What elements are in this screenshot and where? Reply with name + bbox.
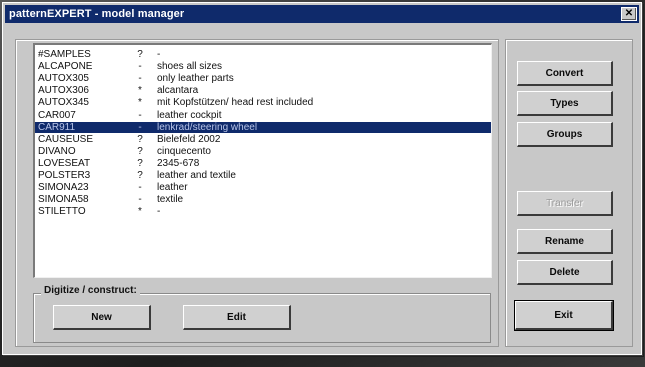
rename-button[interactable]: Rename [517,229,613,254]
window-title: patternEXPERT - model manager [9,8,185,20]
model-name: AUTOX306 [38,85,89,97]
model-description: 2345-678 [157,157,200,169]
delete-button[interactable]: Delete [517,260,613,285]
list-item[interactable]: #SAMPLES? - [35,49,491,60]
list-item[interactable]: SIMONA23 - leather [35,182,491,193]
model-name: DIVANO [38,145,76,157]
model-name: CAUSEUSE [38,133,94,145]
list-item[interactable]: CAR911 - lenkrad/steering wheel [35,121,491,133]
model-flag: - [138,121,142,133]
model-description: - [157,49,161,60]
list-item[interactable]: SIMONA58 - textile [35,194,491,205]
model-name: ALCAPONE [38,61,93,73]
model-flag: ? [137,145,143,157]
exit-button[interactable]: Exit [514,300,614,331]
list-item[interactable]: AUTOX345 * mit Kopfstützen/ head rest incl… [35,97,491,108]
list-item[interactable]: CAR007 - leather cockpit [35,110,491,121]
model-description: textile [157,194,184,206]
convert-button[interactable]: Convert [517,61,613,86]
model-name: CAR007 [38,109,76,121]
model-name: SIMONA58 [38,194,89,206]
model-name: LOVESEAT [38,157,91,169]
types-button[interactable]: Types [517,91,613,116]
model-name: STILETTO [38,206,86,218]
model-flag: ? [137,157,143,169]
transfer-button: Transfer [517,191,613,216]
model-flag: - [138,194,142,206]
model-manager-window: patternEXPERT - model manager ✕ #SAMPLES… [2,2,642,355]
list-item[interactable]: STILETTO * - [35,206,491,217]
edit-button[interactable]: Edit [183,305,291,330]
list-item[interactable]: DIVANO? cinquecento [35,146,491,157]
model-flag: ? [137,49,143,60]
list-item[interactable]: CAUSEUSE? Bielefeld 2002 [35,134,491,145]
digitize-group-label: Digitize / construct: [41,285,140,296]
model-description: cinquecento [157,145,211,157]
model-description: shoes all sizes [157,61,223,73]
model-description: mit Kopfstützen/ head rest included [157,97,314,109]
model-description: leather cockpit [157,109,222,121]
model-description: Bielefeld 2002 [157,133,221,145]
model-flag: - [138,182,142,194]
model-flag: - [138,61,142,73]
model-description: leather [157,182,188,194]
model-name: AUTOX345 [38,97,89,109]
model-description: lenkrad/steering wheel [157,121,258,133]
list-item[interactable]: LOVESEAT? 2345-678 [35,158,491,169]
model-flag: * [138,97,142,109]
model-name: SIMONA23 [38,182,89,194]
model-list[interactable]: #SAMPLES? - ALCAPONE - shoes all sizes AUTOX3… [33,43,492,278]
list-item[interactable]: AUTOX305 - only leather parts [35,73,491,84]
model-flag: - [138,73,142,85]
list-item[interactable]: ALCAPONE - shoes all sizes [35,61,491,72]
groups-button[interactable]: Groups [517,122,613,147]
model-description: leather and textile [157,170,236,181]
model-flag: ? [137,133,143,145]
model-name: POLSTER3 [38,170,91,181]
close-icon[interactable]: ✕ [621,7,637,21]
model-name: #SAMPLES [38,49,91,60]
model-flag: ? [137,170,143,181]
model-flag: - [138,109,142,121]
model-description: - [157,206,161,218]
model-description: only leather parts [157,73,234,85]
model-name: AUTOX305 [38,73,89,85]
list-item[interactable]: POLSTER3? leather and textile [35,170,491,181]
new-button[interactable]: New [53,305,151,330]
model-flag: * [138,85,142,97]
model-name: CAR911 [38,121,76,133]
list-item[interactable]: AUTOX306 * alcantara [35,85,491,96]
model-description: alcantara [157,85,199,97]
title-bar[interactable]: patternEXPERT - model manager ✕ [5,5,639,23]
model-flag: * [138,206,142,218]
